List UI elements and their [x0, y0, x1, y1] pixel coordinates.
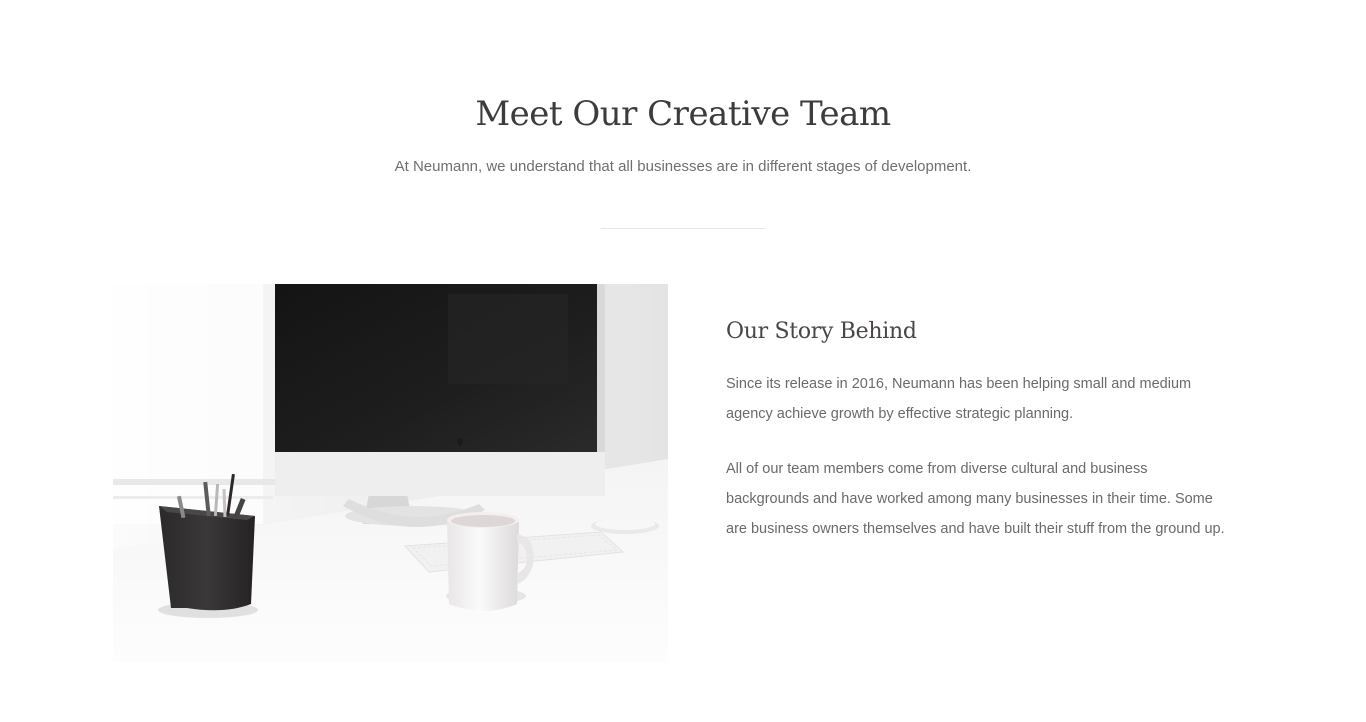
- page-subtitle: At Neumann, we understand that all busin…: [394, 158, 972, 175]
- story-heading: Our Story Behind: [726, 319, 917, 344]
- story-paragraph: Since its release in 2016, Neumann has b…: [726, 376, 1192, 422]
- story-section: Our Story Behind Since its release in 20…: [726, 312, 1226, 544]
- story-paragraph: All of our team members come from divers…: [726, 461, 1225, 537]
- workspace-image: [113, 284, 668, 662]
- page-title: Meet Our Creative Team: [475, 94, 891, 134]
- title-divider: [601, 228, 765, 229]
